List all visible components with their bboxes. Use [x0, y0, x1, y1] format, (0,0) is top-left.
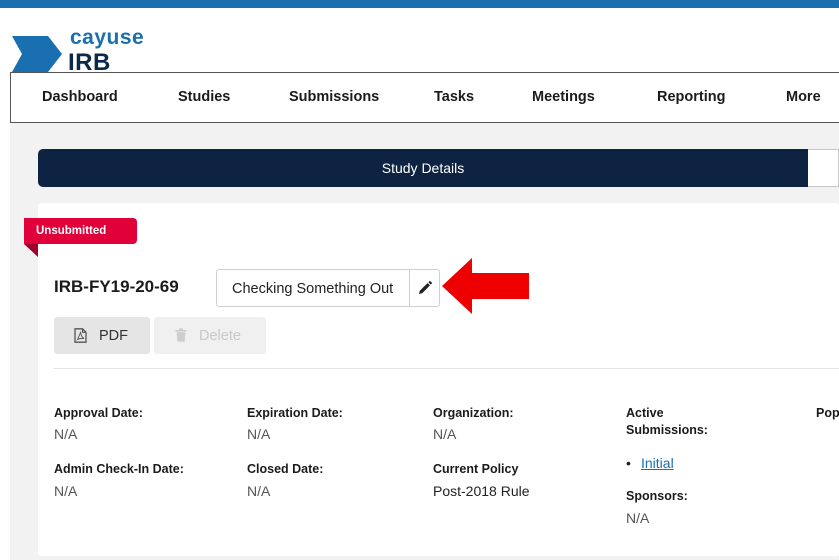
status-badge: Unsubmitted — [24, 218, 137, 244]
delete-button[interactable]: Delete — [154, 317, 266, 354]
admin-checkin-date-label: Admin Check-In Date: — [54, 462, 184, 476]
red-arrow-icon — [442, 258, 529, 314]
pdf-file-icon — [74, 328, 87, 343]
approval-date-label: Approval Date: — [54, 406, 143, 420]
expiration-date-label: Expiration Date: — [247, 406, 343, 420]
delete-button-label: Delete — [199, 328, 241, 344]
closed-date-label: Closed Date: — [247, 462, 324, 476]
divider — [54, 368, 839, 369]
sponsors-value: N/A — [626, 510, 650, 526]
tab-study-details-label: Study Details — [381, 160, 465, 176]
app-header: cayuse IRB — [0, 8, 839, 76]
submission-link-initial[interactable]: Initial — [641, 454, 674, 472]
tab-study-details[interactable]: Study Details — [38, 149, 808, 187]
top-accent-bar — [0, 0, 839, 8]
active-submissions-label-line1: Active — [626, 406, 664, 420]
approval-date-value: N/A — [54, 426, 78, 442]
nav-studies[interactable]: Studies — [178, 88, 230, 106]
expiration-date-value: N/A — [247, 426, 271, 442]
tab-next[interactable] — [808, 149, 839, 187]
organization-value: N/A — [433, 426, 457, 442]
nav-dashboard[interactable]: Dashboard — [42, 88, 118, 106]
admin-checkin-date-value: N/A — [54, 483, 78, 499]
nav-reporting[interactable]: Reporting — [657, 88, 725, 106]
pdf-button[interactable]: PDF — [54, 317, 150, 354]
pdf-button-label: PDF — [99, 328, 128, 344]
sponsors-label: Sponsors: — [626, 489, 688, 503]
main-nav: Dashboard Studies Submissions Tasks Meet… — [10, 72, 839, 123]
study-card — [38, 203, 839, 556]
current-policy-label: Current Policy — [433, 462, 519, 476]
edit-title-button[interactable] — [409, 269, 440, 307]
study-title: Checking Something Out — [232, 281, 394, 297]
current-policy-value: Post-2018 Rule — [433, 483, 530, 499]
status-badge-label: Unsubmitted — [36, 225, 107, 237]
study-id: IRB-FY19-20-69 — [54, 277, 179, 296]
population-label: Pop — [816, 406, 839, 420]
study-title-field: Checking Something Out — [216, 269, 410, 307]
closed-date-value: N/A — [247, 483, 271, 499]
nav-tasks[interactable]: Tasks — [434, 88, 474, 106]
trash-icon — [175, 328, 187, 342]
bullet-icon: • — [626, 455, 631, 471]
cayuse-logo-icon — [12, 36, 62, 72]
nav-submissions[interactable]: Submissions — [289, 88, 379, 106]
nav-meetings[interactable]: Meetings — [532, 88, 595, 106]
brand-name-top: cayuse — [70, 26, 145, 49]
nav-more[interactable]: More — [786, 88, 821, 106]
organization-label: Organization: — [433, 406, 514, 420]
status-badge-fold — [24, 244, 38, 257]
pencil-icon — [419, 281, 432, 294]
active-submissions-label-line2: Submissions: — [626, 423, 708, 437]
